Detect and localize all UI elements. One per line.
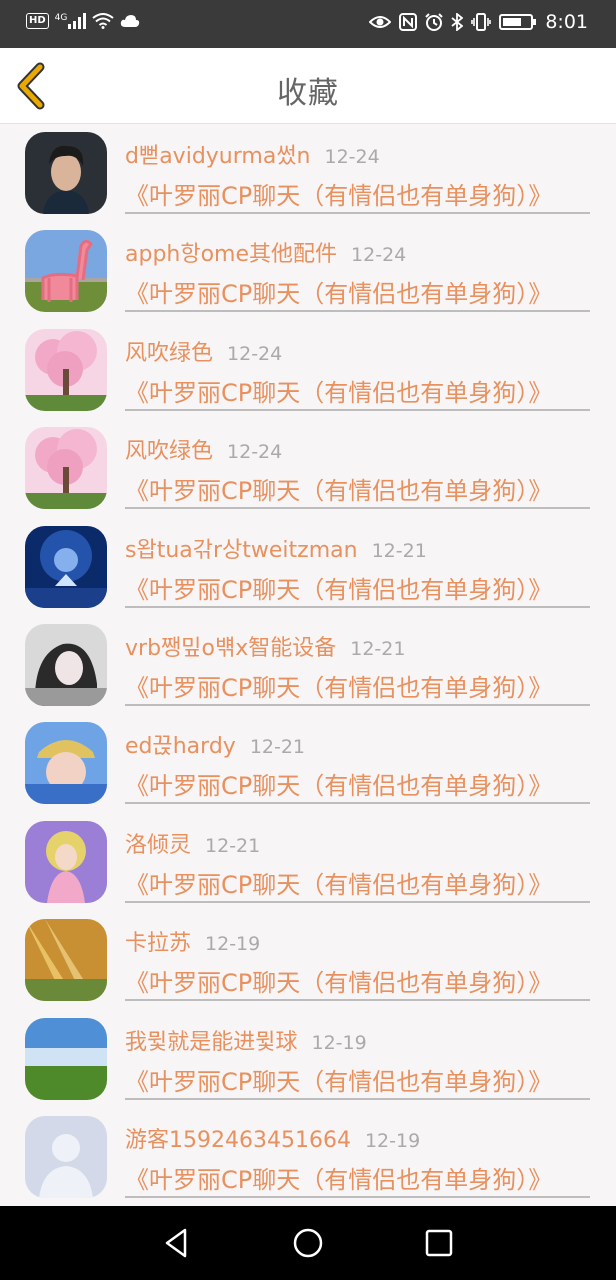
row-divider [125,1195,590,1198]
row-divider [125,605,590,608]
row-divider [125,802,590,805]
item-date: 12-24 [324,146,380,168]
item-header: 风吹绿色 12-24 [125,433,282,465]
avatar[interactable] [25,623,107,706]
user-name[interactable]: 游客1592463451664 [125,1128,351,1153]
item-header: 洛倾灵 12-21 [125,827,260,859]
item-header: ed끉hardy 12-21 [125,728,305,760]
hd-icon: HD [26,13,49,29]
list-item[interactable]: s왑tua갂r상tweitzman 12-21 《叶罗丽CP聊天（有情侣也有单身狗）… [0,518,616,616]
favorite-title-link[interactable]: 《叶罗丽CP聊天（有情侣也有单身狗）》 [125,471,552,506]
favorite-title-link[interactable]: 《叶罗丽CP聊天（有情侣也有单身狗）》 [125,865,552,900]
status-bar: HD 4G 8:01 [0,0,616,48]
item-header: 游客1592463451664 12-19 [125,1122,420,1154]
item-header: d뻗avidyurma썼n 12-24 [125,138,380,170]
alarm-icon [425,13,444,31]
user-name[interactable]: ed끉hardy [125,734,236,759]
favorite-title-link[interactable]: 《叶罗丽CP聊天（有情侣也有单身狗）》 [125,668,552,703]
row-divider [125,212,590,214]
row-divider [125,999,590,1002]
item-date: 12-19 [205,933,261,956]
clock-time: 8:01 [545,11,588,33]
wifi-icon [92,13,114,29]
item-date: 12-24 [351,244,407,267]
avatar[interactable] [25,1017,107,1100]
favorite-title-link[interactable]: 《叶罗丽CP聊天（有情侣也有单身狗）》 [125,963,552,998]
row-divider [125,703,590,706]
favorite-title-link[interactable]: 《叶罗丽CP聊天（有情侣也有单身狗）》 [125,373,552,408]
list-item[interactable]: ed끉hardy 12-21 《叶罗丽CP聊天（有情侣也有单身狗）》 [0,714,616,812]
list-item[interactable]: 洛倾灵 12-21 《叶罗丽CP聊天（有情侣也有单身狗）》 [0,813,616,911]
item-date: 12-21 [350,637,406,660]
home-circle-icon[interactable] [291,1226,325,1260]
bluetooth-icon [451,13,464,31]
row-divider [125,1097,590,1100]
system-nav-bar [0,1206,616,1280]
item-header: 我뮟就是能进뮟球 12-19 [125,1024,367,1056]
nfc-icon [399,13,418,31]
user-name[interactable]: 卡拉苏 [125,931,191,956]
favorite-title-link[interactable]: 《叶罗丽CP聊天（有情侣也有单身狗）》 [125,176,552,211]
cloud-icon [121,15,140,27]
network-label: 4G [54,13,68,23]
list-item[interactable]: 风吹绿色 12-24 《叶罗丽CP聊天（有情侣也有单身狗）》 [0,419,616,517]
user-name[interactable]: 风吹绿色 [125,439,213,464]
status-left-icons: HD 4G [26,13,140,29]
user-name[interactable]: 洛倾灵 [125,833,191,858]
item-date: 12-19 [364,1129,421,1152]
battery-icon [499,14,537,30]
favorites-list: d뻗avidyurma썼n 12-24 《叶罗丽CP聊天（有情侣也有单身狗）》 app… [0,124,616,1206]
favorite-title-link[interactable]: 《叶罗丽CP聊天（有情侣也有单身狗）》 [125,1062,552,1097]
item-header: 卡拉苏 12-19 [125,925,260,957]
item-date: 12-21 [249,736,306,759]
avatar[interactable] [25,820,107,903]
list-item[interactable]: 卡拉苏 12-19 《叶罗丽CP聊天（有情侣也有单身狗）》 [0,911,616,1009]
user-name[interactable]: d뻗avidyurma썼n [125,144,311,169]
avatar[interactable] [25,1115,107,1198]
eye-icon [369,16,392,28]
row-divider [125,310,590,313]
item-date: 12-24 [227,441,283,464]
list-item[interactable]: 我뮟就是能进뮟球 12-19 《叶罗丽CP聊天（有情侣也有单身狗）》 [0,1010,616,1108]
avatar[interactable] [25,230,107,313]
row-divider [125,900,590,903]
header-bar: 收藏 [0,48,616,124]
item-date: 12-24 [227,342,283,365]
avatar[interactable] [25,328,107,411]
user-name[interactable]: 我뮟就是能进뮟球 [125,1030,297,1055]
signal-icon: 4G [55,13,87,29]
favorite-title-link[interactable]: 《叶罗丽CP聊天（有情侣也有单身狗）》 [125,766,552,801]
item-date: 12-19 [311,1031,367,1054]
item-date: 12-21 [371,539,427,562]
avatar[interactable] [25,722,107,805]
list-item[interactable]: d뻗avidyurma썼n 12-24 《叶罗丽CP聊天（有情侣也有单身狗）》 [0,124,616,222]
avatar[interactable] [25,132,107,214]
vibrate-icon [471,13,492,31]
user-name[interactable]: s왑tua갂r상tweitzman [125,538,358,563]
favorite-title-link[interactable]: 《叶罗丽CP聊天（有情侣也有单身狗）》 [125,570,552,605]
user-name[interactable]: apph항ome其他配件 [125,242,337,267]
user-name[interactable]: 风吹绿色 [125,341,213,366]
row-divider [125,507,590,510]
list-item[interactable]: apph항ome其他配件 12-24 《叶罗丽CP聊天（有情侣也有单身狗）》 [0,222,616,320]
user-name[interactable]: vrb쨍밒o뱪x智能设备 [125,636,336,661]
favorite-title-link[interactable]: 《叶罗丽CP聊天（有情侣也有单身狗）》 [125,274,552,309]
list-item[interactable]: 风吹绿色 12-24 《叶罗丽CP聊天（有情侣也有单身狗）》 [0,321,616,419]
avatar[interactable] [25,427,107,510]
page-title: 收藏 [277,76,339,111]
row-divider [125,408,590,411]
item-header: vrb쨍밒o뱪x智能设备 12-21 [125,630,405,662]
item-header: apph항ome其他配件 12-24 [125,236,406,268]
avatar[interactable] [25,525,107,608]
item-date: 12-21 [205,834,261,857]
item-header: 风吹绿色 12-24 [125,335,282,367]
item-header: s왑tua갂r상tweitzman 12-21 [125,532,427,564]
back-triangle-icon[interactable] [160,1226,194,1260]
list-item[interactable]: 游客1592463451664 12-19 《叶罗丽CP聊天（有情侣也有单身狗）》 [0,1108,616,1206]
status-right-icons: 8:01 [369,11,588,33]
favorite-title-link[interactable]: 《叶罗丽CP聊天（有情侣也有单身狗）》 [125,1160,552,1195]
avatar[interactable] [25,919,107,1002]
list-item[interactable]: vrb쨍밒o뱪x智能设备 12-21 《叶罗丽CP聊天（有情侣也有单身狗）》 [0,616,616,714]
recents-square-icon[interactable] [422,1226,456,1260]
